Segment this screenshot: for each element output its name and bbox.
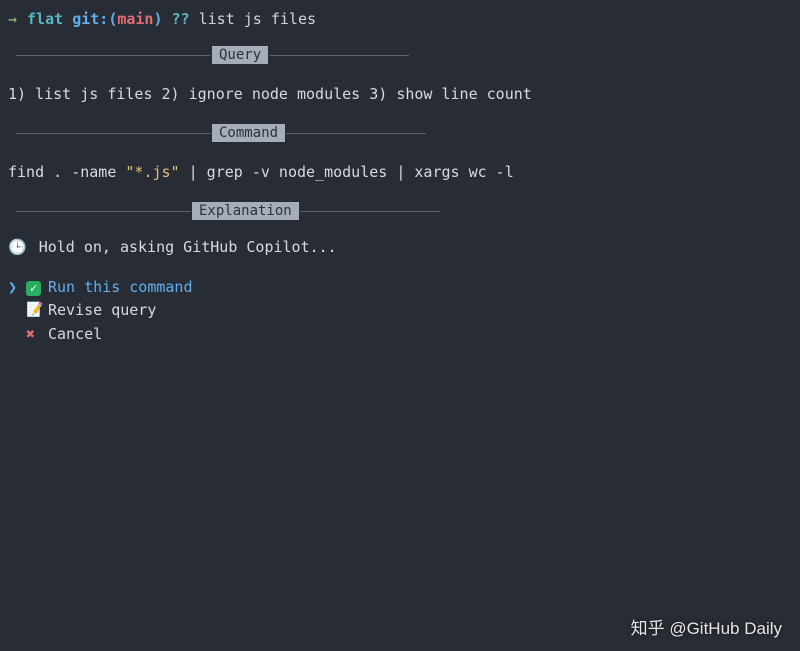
query-divider: Query — [16, 46, 784, 64]
command-prefix: find . -name — [8, 163, 125, 181]
menu-item-label: Revise query — [48, 299, 156, 322]
query-content: 1) list js files 2) ignore node modules … — [8, 82, 792, 106]
divider-line — [300, 211, 440, 212]
prompt-folder: flat — [27, 10, 63, 28]
status-text: Hold on, asking GitHub Copilot... — [39, 238, 337, 256]
menu-item-revise[interactable]: 📝 Revise query — [8, 299, 792, 322]
watermark: 知乎 @GitHub Daily — [631, 614, 782, 639]
prompt-input-text[interactable]: list js files — [199, 10, 316, 28]
clock-icon: 🕒 — [8, 238, 27, 256]
menu-caret-icon: ❯ — [8, 276, 26, 299]
explanation-status: 🕒 Hold on, asking GitHub Copilot... — [8, 238, 792, 256]
explanation-section-label: Explanation — [192, 202, 299, 220]
explanation-section: Explanation 🕒 Hold on, asking GitHub Copi… — [8, 202, 792, 256]
menu-item-label: Run this command — [48, 276, 193, 299]
prompt-paren-open: ( — [108, 10, 117, 28]
menu-item-run[interactable]: ❯ ✓ Run this command — [8, 276, 792, 299]
query-section-label: Query — [212, 46, 268, 64]
prompt-trigger: ?? — [172, 10, 190, 28]
shell-prompt: → flat git: ( main ) ?? list js files — [8, 10, 792, 28]
command-string: "*.js" — [125, 163, 179, 181]
cross-icon: ✖ — [26, 323, 48, 346]
divider-line — [269, 55, 409, 56]
divider-line — [286, 133, 426, 134]
prompt-branch: main — [117, 10, 153, 28]
divider-line — [16, 211, 191, 212]
action-menu[interactable]: ❯ ✓ Run this command 📝 Revise query ✖ Ca… — [8, 276, 792, 346]
prompt-paren-close: ) — [153, 10, 162, 28]
prompt-arrow-icon: → — [8, 10, 17, 28]
menu-item-cancel[interactable]: ✖ Cancel — [8, 323, 792, 346]
divider-line — [16, 55, 211, 56]
menu-item-label: Cancel — [48, 323, 102, 346]
command-divider: Command — [16, 124, 784, 142]
command-section-label: Command — [212, 124, 285, 142]
check-icon: ✓ — [26, 276, 48, 299]
explanation-divider: Explanation — [16, 202, 784, 220]
pencil-icon: 📝 — [26, 300, 48, 322]
command-suffix: | grep -v node_modules | xargs wc -l — [180, 163, 514, 181]
divider-line — [16, 133, 211, 134]
prompt-git-label: git: — [72, 10, 108, 28]
query-section: Query 1) list js files 2) ignore node mo… — [8, 46, 792, 106]
command-content: find . -name "*.js" | grep -v node_modul… — [8, 160, 792, 184]
command-section: Command find . -name "*.js" | grep -v no… — [8, 124, 792, 184]
